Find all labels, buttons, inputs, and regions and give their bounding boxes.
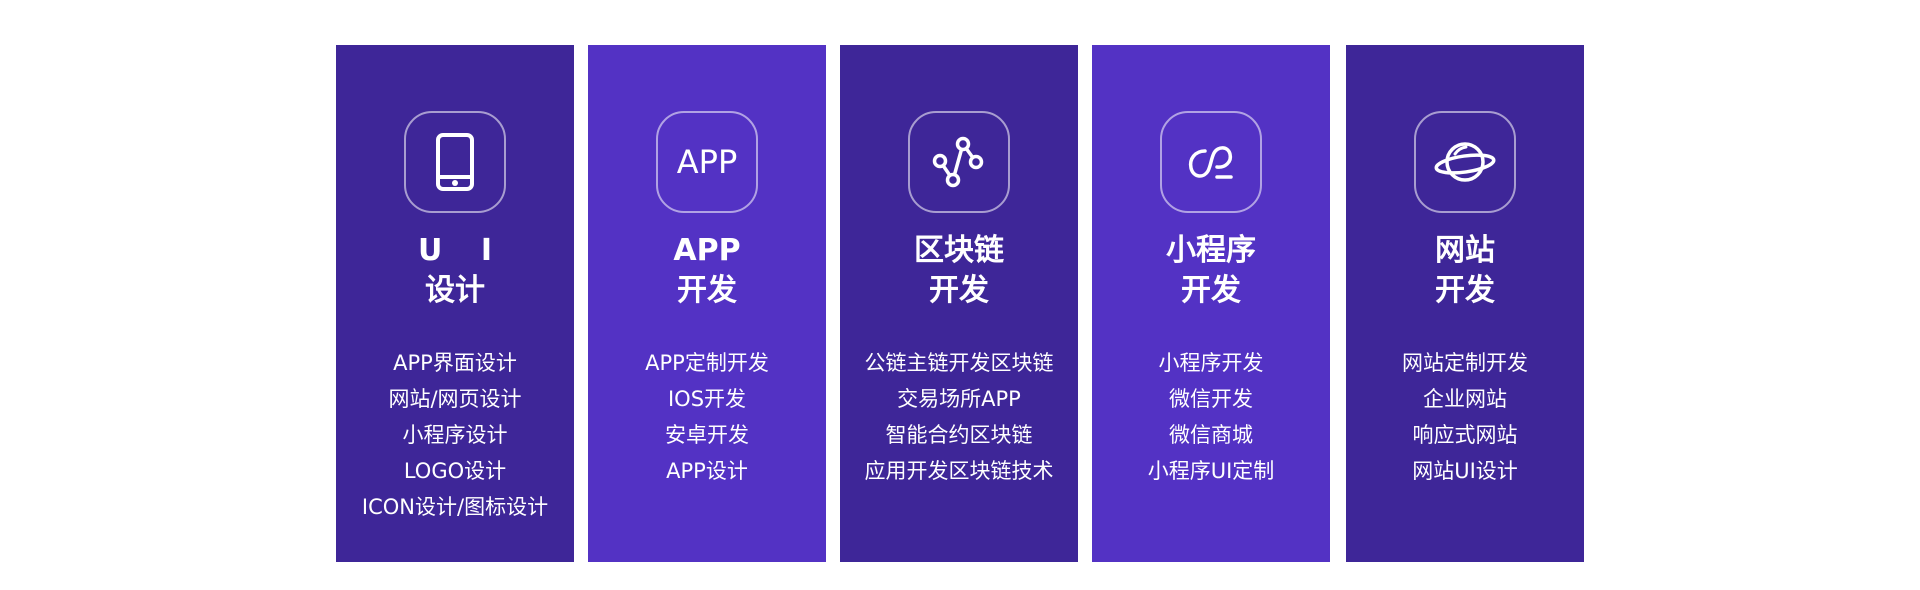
list-item: 小程序开发: [1158, 351, 1264, 375]
card-title: 区块链 开发: [840, 231, 1078, 311]
card-title: 小程序 开发: [1092, 231, 1330, 311]
icon-frame: [1414, 111, 1516, 213]
card-title-line1: U I: [418, 233, 506, 268]
list-item: 响应式网站: [1412, 423, 1518, 447]
list-item: 企业网站: [1423, 387, 1507, 411]
list-item: 微信开发: [1169, 387, 1253, 411]
list-item: 小程序设计: [402, 423, 508, 447]
service-cards: U I 设计 APP界面设计 网站/网页设计 小程序设计 LOGO设计 ICON…: [336, 45, 1584, 562]
list-item: LOGO设计: [403, 459, 507, 483]
card-title: U I 设计: [336, 231, 574, 311]
list-item: ICON设计/图标设计: [361, 495, 549, 519]
card-title-line1: 小程序: [1166, 233, 1256, 268]
card-title-line2: 开发: [677, 273, 737, 308]
list-item: 网站定制开发: [1402, 351, 1528, 375]
list-item: 微信商城: [1169, 423, 1253, 447]
service-card-ui-design[interactable]: U I 设计 APP界面设计 网站/网页设计 小程序设计 LOGO设计 ICON…: [336, 45, 574, 562]
smartphone-icon: [436, 133, 474, 191]
icon-frame: [1160, 111, 1262, 213]
icon-frame: APP: [656, 111, 758, 213]
card-title: 网站 开发: [1346, 231, 1584, 311]
list-item: APP界面设计: [393, 351, 517, 375]
card-title-line2: 开发: [929, 273, 989, 308]
list-item: 网站UI设计: [1412, 459, 1518, 483]
service-list: 小程序开发 微信开发 微信商城 小程序UI定制: [1092, 345, 1330, 489]
list-item: 网站/网页设计: [388, 387, 522, 411]
card-title-line1: APP: [673, 233, 741, 268]
list-item: 应用开发区块链技术: [864, 459, 1054, 483]
list-item: 小程序UI定制: [1147, 459, 1275, 483]
list-item: 安卓开发: [665, 423, 749, 447]
service-card-website-development[interactable]: 网站 开发 网站定制开发 企业网站 响应式网站 网站UI设计: [1346, 45, 1584, 562]
card-title-line2: 开发: [1181, 273, 1241, 308]
list-item: APP定制开发: [645, 351, 769, 375]
app-text-icon: APP: [676, 143, 738, 181]
icon-frame: [404, 111, 506, 213]
list-item: 智能合约区块链: [885, 423, 1033, 447]
list-item: APP设计: [666, 459, 748, 483]
service-list: APP定制开发 IOS开发 安卓开发 APP设计: [588, 345, 826, 489]
mini-program-icon: [1188, 146, 1233, 179]
card-title-line1: 网站: [1435, 233, 1495, 268]
network-nodes-icon: [932, 136, 984, 188]
list-item: 公链主链开发区块链: [864, 351, 1054, 375]
card-title-line2: 开发: [1435, 273, 1495, 308]
service-card-blockchain-development[interactable]: 区块链 开发 公链主链开发区块链 交易场所APP 智能合约区块链 应用开发区块链…: [840, 45, 1078, 562]
service-list: 网站定制开发 企业网站 响应式网站 网站UI设计: [1346, 345, 1584, 489]
service-card-app-development[interactable]: APP APP 开发 APP定制开发 IOS开发 安卓开发 APP设计: [588, 45, 826, 562]
icon-frame: [908, 111, 1010, 213]
service-card-mini-program-development[interactable]: 小程序 开发 小程序开发 微信开发 微信商城 小程序UI定制: [1092, 45, 1330, 562]
card-title-line2: 设计: [425, 273, 485, 308]
card-title-line1: 区块链: [914, 233, 1004, 268]
planet-icon: [1434, 142, 1496, 182]
list-item: 交易场所APP: [897, 387, 1021, 411]
service-list: 公链主链开发区块链 交易场所APP 智能合约区块链 应用开发区块链技术: [840, 345, 1078, 489]
list-item: IOS开发: [667, 387, 747, 411]
card-title: APP 开发: [588, 231, 826, 311]
service-list: APP界面设计 网站/网页设计 小程序设计 LOGO设计 ICON设计/图标设计: [336, 345, 574, 525]
